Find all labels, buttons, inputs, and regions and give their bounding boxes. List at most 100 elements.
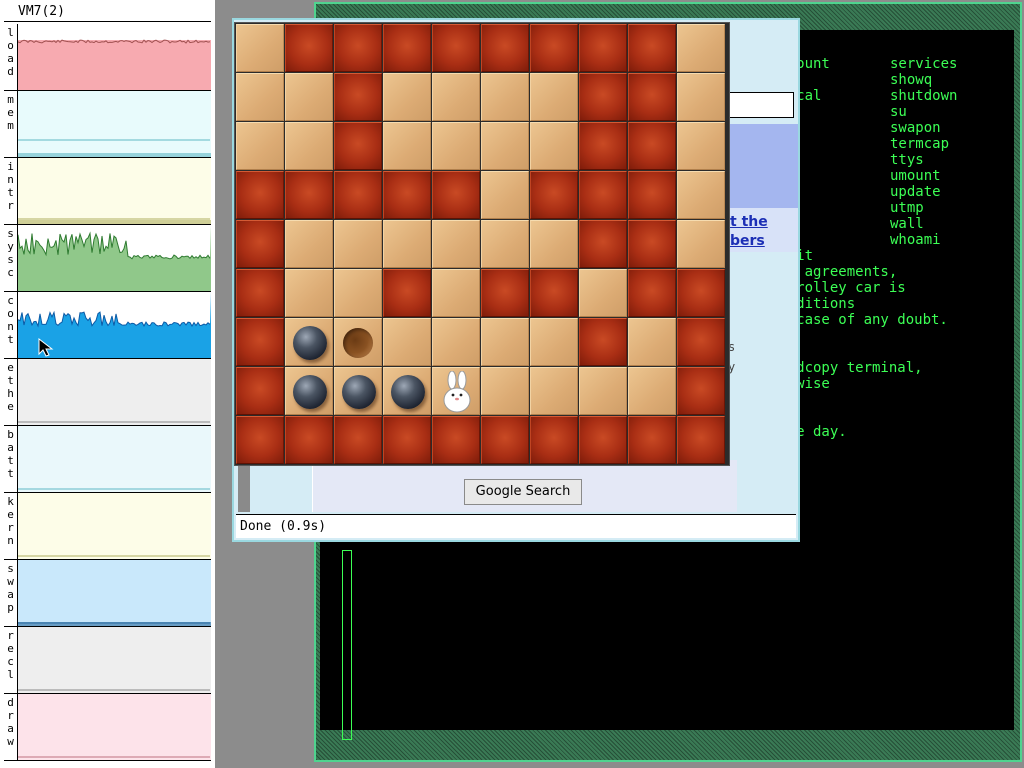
floor-tile bbox=[285, 269, 333, 317]
search-input[interactable] bbox=[724, 92, 794, 118]
wall-tile bbox=[530, 416, 578, 464]
wall-tile bbox=[383, 171, 431, 219]
ball[interactable] bbox=[293, 375, 327, 409]
blue-panel bbox=[728, 124, 798, 208]
floor-tile bbox=[481, 318, 529, 366]
floor-tile bbox=[579, 269, 627, 317]
sokoban-game-window[interactable] bbox=[234, 22, 730, 466]
system-monitor: VM7(2) loadmemintrsysccontethebattkernsw… bbox=[0, 0, 215, 768]
wall-tile bbox=[236, 171, 284, 219]
google-search-button[interactable]: Google Search bbox=[464, 479, 582, 505]
wall-tile bbox=[628, 220, 676, 268]
wall-tile bbox=[579, 416, 627, 464]
floor-tile bbox=[432, 367, 480, 415]
status-bar: Done (0.9s) bbox=[236, 514, 796, 538]
wall-tile bbox=[579, 122, 627, 170]
floor-tile bbox=[481, 122, 529, 170]
wall-tile bbox=[530, 269, 578, 317]
monitor-strip-recl: recl bbox=[4, 627, 211, 694]
floor-tile bbox=[236, 24, 284, 72]
monitor-strip-batt: batt bbox=[4, 426, 211, 493]
terminal-scrollbar[interactable] bbox=[342, 550, 352, 740]
wall-tile bbox=[432, 416, 480, 464]
floor-tile bbox=[383, 318, 431, 366]
mouse-cursor-icon bbox=[38, 338, 54, 357]
floor-tile bbox=[481, 220, 529, 268]
ball[interactable] bbox=[293, 326, 327, 360]
monitor-strip-draw: draw bbox=[4, 694, 211, 761]
wall-tile bbox=[334, 122, 382, 170]
link-text-1[interactable]: t the bbox=[730, 214, 768, 230]
game-board[interactable] bbox=[236, 24, 726, 465]
wall-tile bbox=[383, 24, 431, 72]
monitor-strip-label: swap bbox=[4, 560, 18, 626]
floor-tile bbox=[334, 269, 382, 317]
monitor-strip-sysc: sysc bbox=[4, 225, 211, 292]
wall-tile bbox=[530, 171, 578, 219]
floor-tile bbox=[285, 367, 333, 415]
wall-tile bbox=[481, 269, 529, 317]
floor-tile bbox=[334, 220, 382, 268]
wall-tile bbox=[285, 24, 333, 72]
wall-tile bbox=[628, 73, 676, 121]
scrollbar-left[interactable] bbox=[238, 460, 250, 512]
ball[interactable] bbox=[342, 375, 376, 409]
floor-tile bbox=[530, 220, 578, 268]
wall-tile bbox=[579, 24, 627, 72]
floor-tile bbox=[383, 73, 431, 121]
wall-tile bbox=[628, 122, 676, 170]
monitor-strip-label: intr bbox=[4, 158, 18, 224]
floor-tile bbox=[334, 367, 382, 415]
monitor-strip-intr: intr bbox=[4, 158, 211, 225]
floor-tile bbox=[285, 318, 333, 366]
floor-tile bbox=[579, 367, 627, 415]
floor-tile bbox=[530, 318, 578, 366]
wall-tile bbox=[334, 24, 382, 72]
floor-tile bbox=[481, 367, 529, 415]
wall-tile bbox=[628, 416, 676, 464]
floor-tile bbox=[432, 269, 480, 317]
monitor-strip-label: sysc bbox=[4, 225, 18, 291]
wall-tile bbox=[334, 73, 382, 121]
monitor-strip-cont: cont bbox=[4, 292, 211, 359]
wall-tile bbox=[236, 367, 284, 415]
wall-tile bbox=[579, 73, 627, 121]
floor-tile bbox=[432, 220, 480, 268]
monitor-strip-mem: mem bbox=[4, 91, 211, 158]
floor-tile bbox=[677, 24, 725, 72]
rabbit-player-icon[interactable] bbox=[439, 371, 475, 413]
wall-tile bbox=[236, 269, 284, 317]
wall-tile bbox=[628, 24, 676, 72]
wall-tile bbox=[432, 171, 480, 219]
floor-tile bbox=[432, 122, 480, 170]
wall-tile bbox=[530, 24, 578, 72]
monitor-strip-label: kern bbox=[4, 493, 18, 559]
floor-tile bbox=[285, 220, 333, 268]
wall-tile bbox=[236, 318, 284, 366]
wall-tile bbox=[236, 220, 284, 268]
floor-tile bbox=[285, 122, 333, 170]
wall-tile bbox=[285, 171, 333, 219]
monitor-strip-kern: kern bbox=[4, 493, 211, 560]
wall-tile bbox=[334, 171, 382, 219]
floor-tile bbox=[236, 73, 284, 121]
monitor-strip-label: recl bbox=[4, 627, 18, 693]
floor-tile bbox=[677, 220, 725, 268]
monitor-strip-label: ethe bbox=[4, 359, 18, 425]
wall-tile bbox=[628, 171, 676, 219]
wall-tile bbox=[579, 318, 627, 366]
ball[interactable] bbox=[391, 375, 425, 409]
wall-tile bbox=[677, 269, 725, 317]
floor-tile bbox=[432, 318, 480, 366]
monitor-strip-label: mem bbox=[4, 91, 18, 157]
wall-tile bbox=[677, 367, 725, 415]
floor-tile bbox=[530, 73, 578, 121]
floor-tile bbox=[383, 122, 431, 170]
monitor-strip-label: batt bbox=[4, 426, 18, 492]
wall-tile bbox=[236, 416, 284, 464]
floor-tile bbox=[677, 171, 725, 219]
link-text-2[interactable]: bers bbox=[730, 233, 765, 249]
wall-tile bbox=[677, 318, 725, 366]
floor-tile bbox=[530, 367, 578, 415]
terminal-text-right: services showq shutdown su swapon termca… bbox=[890, 56, 958, 248]
